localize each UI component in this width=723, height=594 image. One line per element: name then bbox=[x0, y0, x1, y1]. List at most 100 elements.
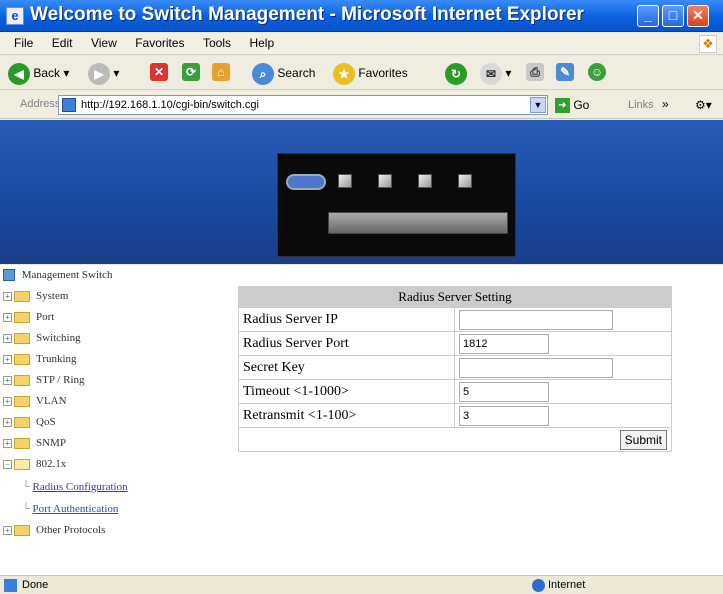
sidebar-item-port-authentication[interactable]: └ Port Authentication bbox=[22, 503, 118, 515]
sidebar-item-label: System bbox=[36, 290, 69, 302]
sidebar-item-other-protocols[interactable]: + Other Protocols bbox=[3, 524, 105, 536]
folder-icon bbox=[14, 374, 30, 386]
open-folder-icon bbox=[14, 458, 30, 470]
menu-view[interactable]: View bbox=[91, 36, 117, 50]
internet-zone-icon bbox=[532, 579, 545, 592]
zone-label: Internet bbox=[548, 579, 586, 591]
folder-icon bbox=[14, 395, 30, 407]
field-label: Secret Key bbox=[238, 355, 455, 380]
menu-favorites[interactable]: Favorites bbox=[135, 36, 184, 50]
go-label: Go bbox=[573, 98, 590, 112]
title-bar[interactable]: e Welcome to Switch Management - Microso… bbox=[0, 0, 723, 32]
timeout-input[interactable] bbox=[459, 381, 549, 402]
stop-button[interactable]: ✕ bbox=[150, 63, 168, 81]
toolbar: ◀ Back ▾ ▶ ▾ ✕ ⟳ ⌂ ⌕ Search ★ Favorites … bbox=[0, 56, 723, 90]
sidebar-item-radius-configuration[interactable]: └ Radius Configuration bbox=[22, 481, 128, 493]
retransmit-input[interactable] bbox=[459, 405, 549, 426]
close-button[interactable]: ✕ bbox=[687, 5, 709, 27]
minimize-button[interactable]: _ bbox=[637, 5, 659, 27]
menu-help[interactable]: Help bbox=[249, 36, 274, 50]
favorites-button[interactable]: ★ Favorites bbox=[333, 63, 408, 85]
radius-server-ip-input[interactable] bbox=[459, 309, 613, 330]
maximize-button[interactable]: □ bbox=[662, 5, 684, 27]
tools-icon[interactable]: ⚙▾ bbox=[695, 98, 712, 112]
sidebar-item-trunking[interactable]: + Trunking bbox=[3, 353, 77, 365]
print-button[interactable]: ⎙ bbox=[526, 63, 544, 81]
field-label: Radius Server IP bbox=[238, 307, 455, 332]
expand-icon: + bbox=[3, 438, 12, 448]
address-field[interactable]: http://192.168.1.10/cgi-bin/switch.cgi bbox=[58, 95, 548, 115]
expand-icon: + bbox=[3, 312, 12, 322]
mail-button[interactable]: ✉ ▾ bbox=[480, 63, 511, 85]
sidebar-item-stp-ring[interactable]: + STP / Ring bbox=[3, 374, 85, 386]
expand-icon: + bbox=[3, 375, 12, 385]
sidebar-item-snmp[interactable]: + SNMP bbox=[3, 437, 66, 449]
rj45-ports bbox=[328, 212, 508, 234]
sidebar-item-label: VLAN bbox=[36, 395, 67, 407]
refresh-icon: ⟳ bbox=[182, 63, 200, 81]
search-label: Search bbox=[277, 66, 316, 81]
tree-line: └ bbox=[22, 481, 30, 493]
links-button[interactable]: Links bbox=[628, 99, 654, 111]
form-title: Radius Server Setting bbox=[238, 286, 672, 308]
field-cell bbox=[454, 403, 672, 428]
form-row-secret-key: Secret Key bbox=[238, 355, 672, 380]
double-chevron-icon[interactable]: » bbox=[662, 97, 669, 111]
network-icon bbox=[3, 269, 15, 282]
field-cell bbox=[454, 331, 672, 356]
field-label: Timeout <1-1000> bbox=[238, 379, 455, 404]
forward-button[interactable]: ▶ ▾ bbox=[88, 63, 119, 85]
sidebar-item-port[interactable]: + Port bbox=[3, 311, 54, 323]
radius-server-port-input[interactable] bbox=[459, 333, 549, 354]
folder-icon bbox=[14, 353, 30, 365]
sidebar-item-label: Trunking bbox=[36, 353, 77, 365]
history-button[interactable]: ↻ bbox=[445, 63, 467, 85]
sidebar-item-label: STP / Ring bbox=[36, 374, 85, 386]
sidebar-item-8021x[interactable]: − 802.1x bbox=[3, 458, 66, 470]
menu-edit[interactable]: Edit bbox=[52, 36, 73, 50]
sidebar-item-vlan[interactable]: + VLAN bbox=[3, 395, 67, 407]
sidebar-item-switching[interactable]: + Switching bbox=[3, 332, 81, 344]
search-button[interactable]: ⌕ Search bbox=[252, 63, 315, 85]
folder-icon bbox=[14, 416, 30, 428]
field-cell bbox=[454, 379, 672, 404]
messenger-button[interactable]: ☺ bbox=[588, 63, 606, 81]
ie-icon: e bbox=[6, 7, 24, 25]
sidebar-item-system[interactable]: + System bbox=[3, 290, 68, 302]
refresh-button[interactable]: ⟳ bbox=[182, 63, 200, 81]
secret-key-input[interactable] bbox=[459, 357, 613, 378]
sidebar-tree: Management Switch + System + Port + Switchi… bbox=[0, 265, 232, 575]
sidebar-item-label: 802.1x bbox=[36, 458, 67, 470]
edit-icon: ✎ bbox=[556, 63, 574, 81]
home-button[interactable]: ⌂ bbox=[212, 63, 230, 81]
form-row-server-ip: Radius Server IP bbox=[238, 307, 672, 332]
address-label: Address bbox=[20, 98, 61, 110]
tree-root[interactable]: Management Switch bbox=[3, 269, 112, 282]
folder-icon bbox=[14, 311, 30, 323]
radius-server-form: Radius Server Setting Radius Server IP R… bbox=[238, 286, 672, 452]
expand-icon: + bbox=[3, 291, 12, 301]
chevron-down-icon[interactable]: ▼ bbox=[530, 97, 546, 113]
go-button[interactable]: ➜ Go bbox=[555, 98, 590, 114]
back-icon: ◀ bbox=[8, 63, 30, 85]
mail-icon: ✉ bbox=[480, 63, 502, 85]
submit-button[interactable]: Submit bbox=[619, 429, 667, 450]
expand-icon: + bbox=[3, 333, 12, 343]
collapse-icon: − bbox=[3, 459, 12, 469]
switch-banner bbox=[0, 120, 723, 264]
expand-icon: + bbox=[3, 354, 12, 364]
sidebar-item-qos[interactable]: + QoS bbox=[3, 416, 56, 428]
menu-tools[interactable]: Tools bbox=[203, 36, 231, 50]
form-row-retransmit: Retransmit <1-100> bbox=[238, 403, 672, 428]
edit-button[interactable]: ✎ bbox=[556, 63, 574, 81]
sidebar-item-label: SNMP bbox=[36, 437, 66, 449]
folder-icon bbox=[14, 437, 30, 449]
history-icon: ↻ bbox=[445, 63, 467, 85]
menu-file[interactable]: File bbox=[14, 36, 33, 50]
expand-icon: + bbox=[3, 525, 12, 535]
address-url: http://192.168.1.10/cgi-bin/switch.cgi bbox=[81, 99, 259, 111]
back-button[interactable]: ◀ Back ▾ bbox=[8, 63, 69, 85]
status-text: Done bbox=[22, 579, 49, 591]
favorites-label: Favorites bbox=[358, 66, 408, 81]
port-icon bbox=[338, 174, 352, 188]
